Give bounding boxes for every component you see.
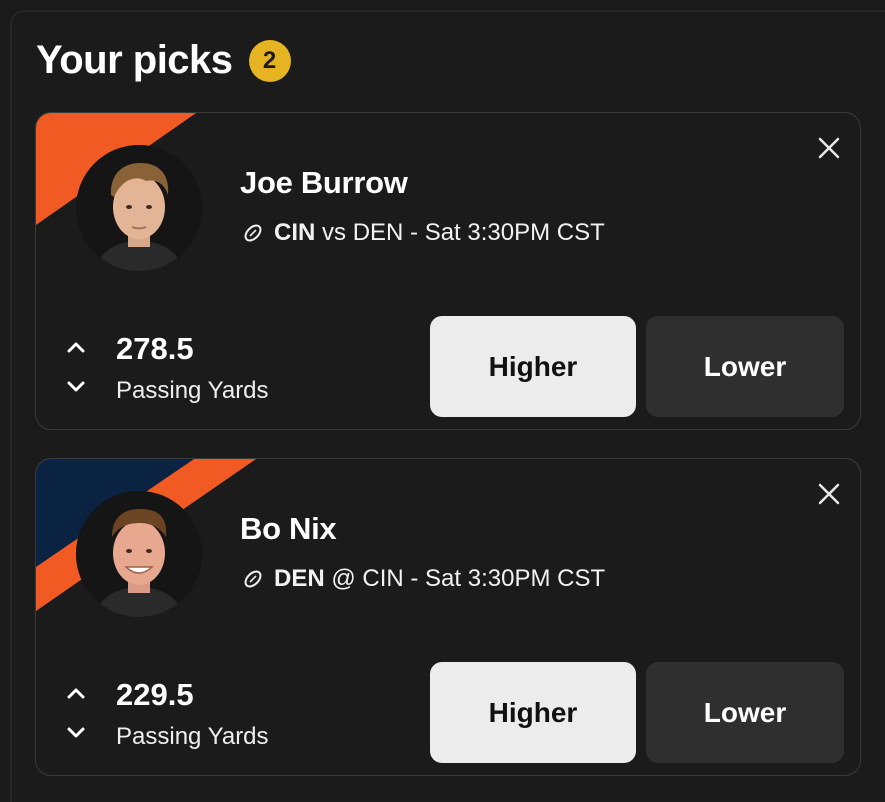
higher-button[interactable]: Higher bbox=[430, 662, 636, 763]
football-icon bbox=[242, 568, 264, 590]
player-name: Joe Burrow bbox=[240, 165, 408, 200]
higher-button[interactable]: Higher bbox=[430, 316, 636, 417]
player-name: Bo Nix bbox=[240, 511, 337, 546]
picks-header: Your picks 2 bbox=[36, 38, 291, 83]
lower-button[interactable]: Lower bbox=[646, 316, 844, 417]
chevron-up-icon bbox=[67, 342, 85, 353]
team-abbr: DEN bbox=[274, 565, 325, 592]
line-up-button[interactable] bbox=[64, 335, 88, 359]
game-info: CIN vs DEN - Sat 3:30PM CST bbox=[242, 219, 605, 247]
line-down-button[interactable] bbox=[64, 721, 88, 745]
matchup-separator: @ bbox=[331, 565, 356, 592]
football-icon bbox=[242, 222, 264, 244]
matchup-details: CIN - Sat 3:30PM CST bbox=[362, 565, 606, 592]
stat-type: Passing Yards bbox=[116, 723, 269, 750]
pick-card: Bo Nix DEN @ CIN - Sat 3:30PM CST 229.5 … bbox=[35, 458, 861, 776]
matchup-details: DEN - Sat 3:30PM CST bbox=[352, 219, 605, 246]
page-title: Your picks bbox=[36, 38, 233, 82]
game-info: DEN @ CIN - Sat 3:30PM CST bbox=[242, 565, 605, 593]
player-avatar bbox=[76, 491, 202, 617]
close-icon bbox=[818, 137, 840, 159]
chevron-down-icon bbox=[67, 727, 85, 738]
matchup-separator: vs bbox=[322, 219, 347, 246]
player-avatar bbox=[76, 145, 202, 271]
team-abbr: CIN bbox=[274, 219, 316, 246]
projection-line: 229.5 bbox=[116, 677, 194, 712]
chevron-down-icon bbox=[67, 381, 85, 392]
chevron-up-icon bbox=[67, 688, 85, 699]
projection-line: 278.5 bbox=[116, 331, 194, 366]
line-down-button[interactable] bbox=[64, 375, 88, 399]
remove-pick-button[interactable] bbox=[814, 133, 844, 163]
lower-button[interactable]: Lower bbox=[646, 662, 844, 763]
stat-type: Passing Yards bbox=[116, 377, 269, 404]
picks-count-badge: 2 bbox=[248, 39, 291, 82]
remove-pick-button[interactable] bbox=[814, 479, 844, 509]
pick-card: Joe Burrow CIN vs DEN - Sat 3:30PM CST 2… bbox=[35, 112, 861, 430]
line-up-button[interactable] bbox=[64, 681, 88, 705]
close-icon bbox=[818, 483, 840, 505]
